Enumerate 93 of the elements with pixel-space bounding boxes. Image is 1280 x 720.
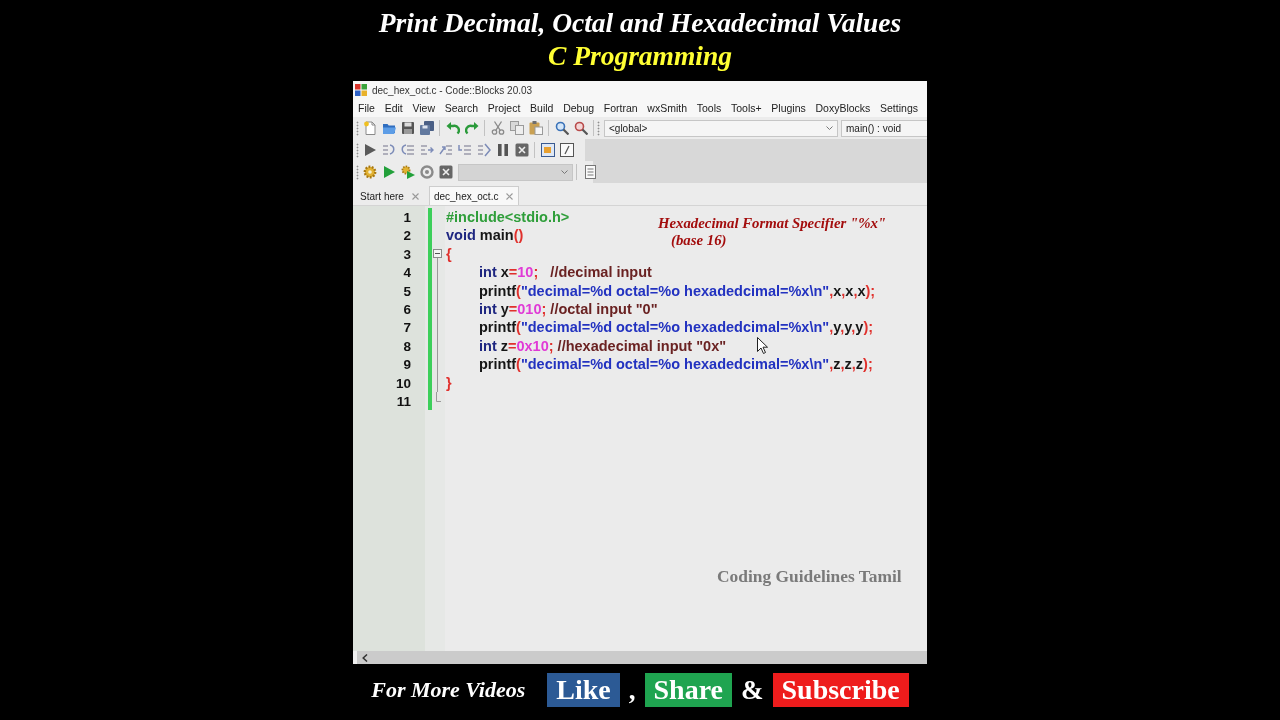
horizontal-scrollbar[interactable] [353,651,927,664]
menu-item[interactable]: Search [444,102,478,114]
separator-symbol: & [741,674,764,706]
play-icon[interactable] [381,165,396,179]
stop-icon[interactable] [514,143,529,157]
line-number: 9 [403,357,411,373]
line-number: 7 [403,320,411,336]
debug-step-icon[interactable] [438,143,453,157]
clipboard-icon[interactable] [528,121,543,135]
annotation-text: Hexadecimal Format Specifier "%x" [658,215,887,232]
code-line: int x=10; //decimal input [479,264,652,281]
gear-icon[interactable] [362,165,377,179]
promo-tag: Like [547,673,620,707]
video-subtitle: C Programming [547,39,733,72]
line-number: 11 [396,393,411,409]
line-number: 4 [403,265,411,281]
window-icon[interactable] [540,143,555,157]
menu-item[interactable]: DoxyBlocks [815,102,871,114]
redo-icon[interactable] [464,121,479,135]
debug-step-icon[interactable] [457,143,472,157]
chevron-down-icon [826,126,833,130]
toolbar-grip[interactable] [356,142,359,158]
menu-item[interactable]: View [412,102,435,114]
line-number: 6 [403,301,411,317]
annotation-text: (base 16) [671,232,727,249]
code-line: int z=0x10; //hexadecimal input "0x" [479,337,727,354]
video-title: Print Decimal, Octal and Hexadecimal Values [378,6,902,39]
code-line: printf("decimal=%d octal=%o hexadedcimal=%x\n",z,z,z); [479,356,873,373]
menu-item[interactable]: Plugins [771,102,806,114]
save-all-icon[interactable] [419,121,434,135]
menu-item[interactable]: Project [487,102,521,114]
channel-credit: Coding Guidelines Tamil [717,566,902,587]
function-dropdown[interactable]: main() : void [841,119,927,137]
debug-step-icon[interactable] [381,143,396,157]
code-line: printf("decimal=%d octal=%o hexadedcimal=%x\n",y,y,y); [479,319,874,336]
debug-step-icon[interactable] [400,143,415,157]
menu-item[interactable]: Tools [696,102,722,114]
gear-arrow-icon[interactable] [400,165,415,179]
line-number: 5 [403,283,411,299]
line-number: 8 [403,338,411,354]
app-logo-icon [355,84,367,96]
debug-step-icon[interactable] [419,143,434,157]
code-line: #include<stdio.h> [446,209,570,225]
scissors-icon[interactable] [490,121,505,135]
code-line: } [446,374,452,391]
undo-icon[interactable] [445,121,460,135]
pause-icon[interactable] [495,143,510,157]
line-number: 10 [395,375,411,391]
debug-step-icon[interactable] [476,143,491,157]
mouse-pointer-icon [757,337,768,354]
menu-item[interactable]: Settings [880,102,918,114]
toolbar-grip[interactable] [356,120,359,136]
code-line: { [446,245,452,262]
code-line: void main() [446,227,524,244]
close-icon[interactable] [506,192,514,200]
scroll-left-icon[interactable] [362,653,368,662]
promo-text: For More Videos [371,677,526,703]
toolbar-grip[interactable] [597,120,600,136]
scope-dropdown[interactable]: <global> [604,119,838,137]
new-file-icon[interactable] [362,121,377,135]
chevron-down-icon [561,170,568,174]
code-line: int y=010; //octal input "0" [479,300,658,317]
menu-item[interactable]: Debug [563,102,595,114]
promo-tag: Subscribe [772,673,909,707]
menu-item[interactable]: Tools+ [730,102,762,114]
line-number: 1 [403,210,411,225]
menu-item[interactable]: Build [530,102,554,114]
menu-item[interactable]: File [358,102,375,114]
menu-item[interactable]: wxSmith [647,102,688,114]
cycle-icon[interactable] [419,165,434,179]
open-folder-icon[interactable] [381,121,396,135]
close-icon[interactable] [411,192,419,200]
menu-item[interactable]: Edit [384,102,403,114]
editor-tab[interactable]: dec_hex_oct.c [428,186,520,205]
search-icon[interactable] [554,121,569,135]
stop-icon[interactable] [438,165,453,179]
window-title: dec_hex_oct.c - Code::Blocks 20.03 [372,84,533,96]
menu-item[interactable]: Fortran [603,102,638,114]
document-icon[interactable] [582,165,597,179]
line-number: 3 [403,246,411,262]
separator-symbol: , [628,674,636,706]
play-icon[interactable] [362,143,377,157]
promo-tag: Share [644,673,732,707]
editor-tab[interactable]: Start here [355,186,425,205]
toolbar-grip[interactable] [356,164,359,180]
fold-end-icon [436,391,441,402]
fold-toggle-icon[interactable] [433,249,442,259]
copy-icon[interactable] [509,121,524,135]
panel-icon[interactable] [559,143,574,157]
save-icon[interactable] [400,121,415,135]
magnifier-icon[interactable] [573,121,588,135]
line-number: 2 [403,228,411,244]
code-line: printf("decimal=%d octal=%o hexadedcimal=%x\n",x,x,x); [479,282,876,299]
